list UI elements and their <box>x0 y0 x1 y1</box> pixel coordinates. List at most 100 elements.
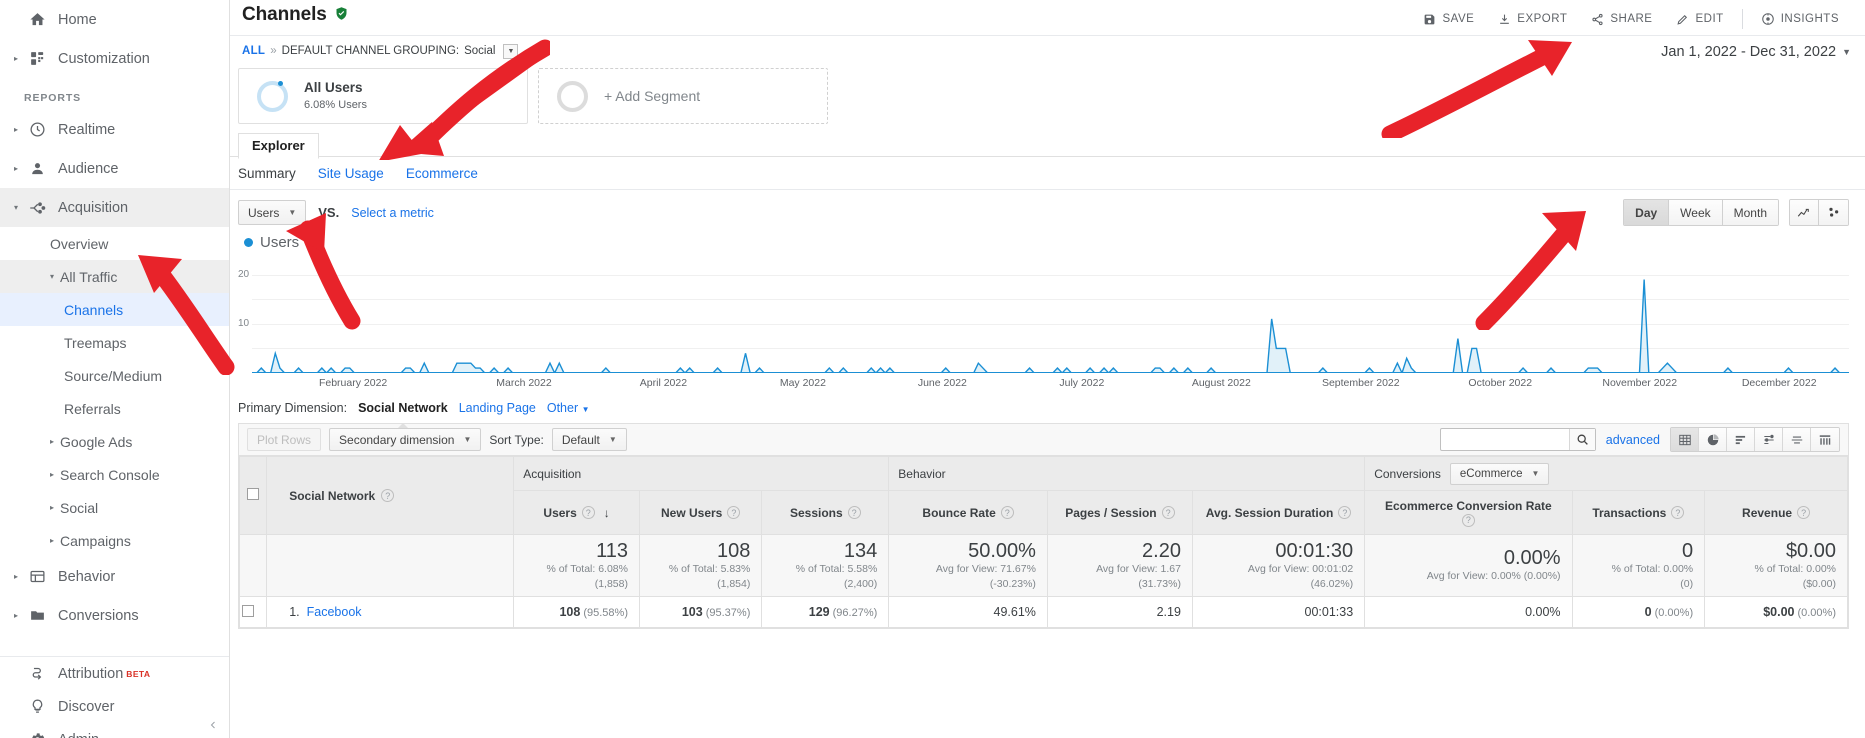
clock-icon <box>24 121 50 138</box>
sidebar-item-discover[interactable]: Discover <box>0 690 229 723</box>
sidebar-item-google-ads[interactable]: ▸ Google Ads <box>0 425 229 458</box>
sidebar-item-home[interactable]: Home <box>0 0 229 39</box>
column-header-social-network[interactable]: Social Network ? <box>266 456 515 535</box>
help-icon[interactable]: ? <box>1461 513 1475 527</box>
column-header-new-users[interactable]: New Users ? <box>638 490 763 535</box>
table-toolbar: Plot Rows Secondary dimension ▼ Sort Typ… <box>238 423 1849 455</box>
help-icon[interactable]: ? <box>1161 506 1175 519</box>
pivot-view-icon[interactable] <box>1811 428 1839 451</box>
sidebar-subitem-label: Google Ads <box>60 433 133 450</box>
column-header-sessions[interactable]: Sessions ? <box>761 490 890 535</box>
granularity-day-button[interactable]: Day <box>1624 200 1670 225</box>
breadcrumb-dropdown-caret-icon[interactable]: ▼ <box>503 43 519 59</box>
sidebar-item-audience[interactable]: ▸ Audience <box>0 149 229 188</box>
row-checkbox[interactable] <box>241 604 254 617</box>
primary-dimension-landing-page[interactable]: Landing Page <box>459 401 536 415</box>
totals-sub2: (2,400) <box>844 577 878 590</box>
column-header-bounce-rate[interactable]: Bounce Rate ? <box>888 490 1048 535</box>
sidebar-item-customization[interactable]: ▸ Customization <box>0 39 229 78</box>
granularity-week-button[interactable]: Week <box>1669 200 1723 225</box>
sidebar-item-label: Home <box>58 11 97 28</box>
date-range-picker[interactable]: Jan 1, 2022 - Dec 31, 2022 ▼ <box>1661 42 1851 60</box>
conversions-goal-select[interactable]: eCommerce ▼ <box>1449 462 1550 485</box>
sidebar-item-channels[interactable]: Channels <box>0 293 229 326</box>
primary-dimension-social-network[interactable]: Social Network <box>358 401 448 428</box>
select-all-checkbox[interactable] <box>247 488 260 500</box>
column-header-avg-session-duration[interactable]: Avg. Session Duration ? <box>1191 490 1366 535</box>
line-chart-icon[interactable] <box>1790 200 1819 225</box>
table-row[interactable]: 1. Facebook 108 (95.58%) 103 (95.37%) 129(… <box>238 596 1848 628</box>
advanced-link[interactable]: advanced <box>1606 433 1660 447</box>
help-icon[interactable]: ? <box>1671 506 1685 519</box>
tab-site-usage[interactable]: Site Usage <box>318 166 384 181</box>
comparison-view-icon[interactable] <box>1783 428 1811 451</box>
sidebar-item-search-console[interactable]: ▸ Search Console <box>0 458 229 491</box>
help-icon[interactable]: ? <box>847 506 861 519</box>
collapse-sidebar-button[interactable] <box>207 719 219 734</box>
row-bounce-rate: 49.61% <box>888 596 1048 628</box>
search-input[interactable] <box>1440 429 1569 450</box>
help-icon[interactable]: ? <box>1000 506 1014 519</box>
sidebar-item-campaigns[interactable]: ▸ Campaigns <box>0 524 229 557</box>
add-segment-button[interactable]: + Add Segment <box>538 68 828 124</box>
column-header-pages-per-session[interactable]: Pages / Session ? <box>1046 490 1193 535</box>
help-icon[interactable]: ? <box>727 506 741 519</box>
sidebar-item-social[interactable]: ▸ Social <box>0 491 229 524</box>
channels-data-table: Social Network ? Acquisition Behavior Co… <box>238 455 1849 629</box>
totals-value: 00:01:30 <box>1275 540 1354 563</box>
column-header-users[interactable]: Users ? ↓ <box>513 490 640 535</box>
chevron-down-icon: ▾ <box>50 272 55 281</box>
select-a-metric-link[interactable]: Select a metric <box>351 206 434 220</box>
primary-dimension-other-menu[interactable]: Other ▼ <box>547 401 590 415</box>
sidebar-item-source-medium[interactable]: Source/Medium <box>0 359 229 392</box>
scatter-plot-icon[interactable] <box>1819 200 1848 225</box>
totals-value: 2.20 <box>1142 540 1181 563</box>
tab-summary[interactable]: Summary <box>238 166 296 181</box>
breadcrumb-all[interactable]: ALL <box>242 45 265 57</box>
export-button[interactable]: EXPORT <box>1486 8 1579 30</box>
group-header-label: Behavior <box>898 466 946 481</box>
primary-dimension-label: Primary Dimension: <box>238 401 348 415</box>
sidebar-item-behavior[interactable]: ▸ Behavior <box>0 557 229 596</box>
help-icon[interactable]: ? <box>581 506 595 519</box>
performance-view-icon[interactable] <box>1755 428 1783 451</box>
tab-ecommerce[interactable]: Ecommerce <box>406 166 478 181</box>
sidebar-item-admin[interactable]: Admin <box>0 723 229 738</box>
pie-view-icon[interactable] <box>1699 428 1727 451</box>
help-icon[interactable]: ? <box>381 489 395 502</box>
edit-button[interactable]: EDIT <box>1664 8 1735 30</box>
insights-button[interactable]: INSIGHTS <box>1749 8 1851 30</box>
column-header-revenue[interactable]: Revenue ? <box>1704 490 1848 535</box>
cell-percent: (95.37%) <box>705 607 751 619</box>
sidebar-item-referrals[interactable]: Referrals <box>0 392 229 425</box>
tab-explorer[interactable]: Explorer <box>238 133 319 159</box>
segment-percent: 6.08% Users <box>304 98 367 111</box>
conversions-goal-value: eCommerce <box>1459 467 1523 480</box>
help-icon[interactable]: ? <box>1797 506 1811 519</box>
share-button[interactable]: SHARE <box>1579 8 1664 30</box>
sidebar-item-acquisition[interactable]: ▾ Acquisition <box>0 188 229 227</box>
sidebar-item-all-traffic[interactable]: ▾ All Traffic <box>0 260 229 293</box>
x-axis-tick-label: December 2022 <box>1741 377 1817 389</box>
totals-avg-session-duration: 00:01:30 Avg for View: 00:01:02 (46.02%) <box>1191 534 1366 597</box>
row-link-facebook[interactable]: Facebook <box>307 605 362 619</box>
metric-select-button[interactable]: Users ▼ <box>238 200 307 225</box>
sidebar-item-conversions[interactable]: ▸ Conversions <box>0 596 229 635</box>
segment-all-users[interactable]: All Users 6.08% Users <box>238 68 528 124</box>
column-header-transactions[interactable]: Transactions ? <box>1571 490 1706 535</box>
bar-view-icon[interactable] <box>1727 428 1755 451</box>
granularity-month-button[interactable]: Month <box>1722 200 1778 225</box>
save-button[interactable]: SAVE <box>1411 8 1486 30</box>
table-view-icon[interactable] <box>1671 428 1699 451</box>
sidebar-item-attribution[interactable]: Attribution BETA <box>0 657 229 690</box>
sort-type-select[interactable]: Default ▼ <box>551 428 627 451</box>
sidebar-item-overview[interactable]: Overview <box>0 227 229 260</box>
secondary-dimension-button[interactable]: Secondary dimension ▼ <box>329 428 482 451</box>
sidebar-item-treemaps[interactable]: Treemaps <box>0 326 229 359</box>
help-icon[interactable]: ? <box>1338 506 1352 519</box>
search-icon[interactable] <box>1568 429 1595 450</box>
sidebar-item-realtime[interactable]: ▸ Realtime <box>0 110 229 149</box>
report-topbar: Channels SAVE EXPORT SHARE EDIT INSIGHTS <box>230 0 1865 36</box>
plot-rows-button[interactable]: Plot Rows <box>247 428 322 451</box>
column-header-ecommerce-conversion-rate[interactable]: Ecommerce Conversion Rate ? <box>1364 490 1573 535</box>
